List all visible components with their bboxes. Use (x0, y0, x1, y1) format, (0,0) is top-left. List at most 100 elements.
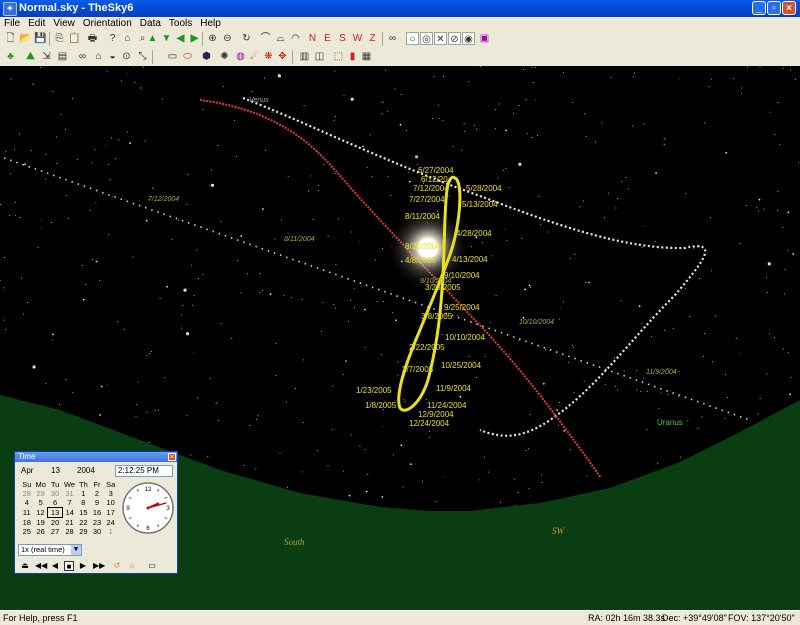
menu-data[interactable]: Data (136, 17, 165, 30)
location-icon[interactable]: ⌂ (121, 32, 134, 45)
camera-icon[interactable]: ◫ (313, 50, 326, 63)
calendar-day[interactable]: 29 (77, 527, 91, 536)
calendar-day[interactable]: 19 (34, 518, 48, 528)
north-icon[interactable]: N (306, 32, 319, 45)
calendar-day[interactable]: 5 (34, 498, 48, 508)
zenith-icon[interactable]: Z (366, 32, 379, 45)
print-icon[interactable]: 🖶 (86, 32, 99, 45)
time-field[interactable]: 2:12:25 PM (115, 465, 173, 477)
time-window-close-button[interactable]: × (168, 453, 176, 461)
move-left-icon[interactable]: ◀ (174, 32, 187, 45)
cluster-icon[interactable]: ✥ (276, 50, 289, 63)
focus-icon[interactable]: ▮ (346, 50, 359, 63)
calendar-day[interactable]: 11 (20, 508, 34, 518)
sun-time-icon[interactable]: ☼ (127, 561, 137, 571)
menu-orientation[interactable]: Orientation (79, 17, 136, 30)
binoculars-icon[interactable]: ∞ (386, 32, 399, 45)
calendar-day[interactable]: 9 (90, 498, 104, 508)
move-down-icon[interactable]: ▼ (160, 32, 173, 45)
photo-icon[interactable]: ▣ (478, 32, 491, 45)
reticle-icon[interactable]: ○ (406, 32, 419, 45)
day-field[interactable]: 13 (51, 466, 60, 475)
calendar-day[interactable]: 12 (34, 508, 48, 518)
calendar-day[interactable]: 28 (20, 489, 34, 498)
west-icon[interactable]: W (351, 32, 364, 45)
dome-icon[interactable]: ◒ (106, 50, 119, 63)
fast-forward-icon[interactable]: ▶▶ (93, 561, 105, 571)
calendar-day[interactable]: 24 (104, 518, 118, 528)
speed-dropdown[interactable]: 1x (real time) ▼ (18, 544, 82, 556)
menu-help[interactable]: Help (196, 17, 225, 30)
play-icon[interactable]: ▶ (78, 561, 88, 571)
calendar[interactable]: Su Mo Tu We Th Fr Sa 28 29 30 31 1 2 3 4 5 6 7 8 9 10 11 12 13… (20, 480, 118, 536)
star-icon[interactable]: ✺ (218, 50, 231, 63)
calendar-day[interactable]: 16 (90, 508, 104, 518)
labels-icon[interactable]: ▥ (298, 50, 311, 63)
calendar-day[interactable]: 31 (62, 489, 76, 498)
equatorial-icon[interactable]: ⌓ (274, 32, 287, 45)
ecliptic-icon[interactable]: ◠ (289, 32, 302, 45)
calendar-day[interactable]: 13 (47, 507, 63, 518)
teapot-icon[interactable]: ⬢ (200, 50, 213, 63)
stop-icon[interactable]: ■ (64, 561, 74, 571)
chart-icon[interactable]: ▤ (56, 50, 69, 63)
save-icon[interactable]: 💾 (34, 32, 47, 45)
landscape-icon[interactable]: ⛰ (24, 50, 37, 63)
image-icon[interactable]: ▦ (360, 50, 373, 63)
east-icon[interactable]: E (321, 32, 334, 45)
filter-icon[interactable]: ⊘ (448, 32, 461, 45)
calendar-day[interactable]: 27 (48, 527, 63, 536)
dss-icon[interactable]: ◉ (462, 32, 475, 45)
binocular-view-icon[interactable]: ∞ (76, 50, 89, 63)
reticle2-icon[interactable]: ⊙ (120, 50, 133, 63)
calendar-day[interactable]: 1 (77, 489, 91, 498)
chevron-down-icon[interactable]: ▼ (71, 545, 81, 555)
paste-icon[interactable]: 📋 (68, 32, 81, 45)
move-right-icon[interactable]: ▶ (188, 32, 201, 45)
galaxy-icon[interactable]: ⬭ (181, 50, 194, 63)
zoom-in-icon[interactable]: ⊕ (206, 32, 219, 45)
menu-file[interactable]: File (0, 17, 24, 30)
calendar-day[interactable]: 17 (104, 508, 118, 518)
calendar-day[interactable]: 8 (77, 498, 91, 508)
ccd-icon[interactable]: ⬚ (332, 50, 345, 63)
calendar-day[interactable]: 3 (104, 489, 118, 498)
menu-view[interactable]: View (49, 17, 79, 30)
calendar-day[interactable]: 30 (90, 527, 104, 536)
month-field[interactable]: Apr (21, 466, 33, 475)
calendar-day[interactable]: 14 (62, 508, 76, 518)
calendar-day[interactable]: 1 (104, 527, 118, 536)
horizon-icon[interactable]: ⌒ (259, 32, 272, 45)
measure-icon[interactable]: ⤡ (136, 50, 149, 63)
calendar-day[interactable]: 20 (48, 518, 63, 528)
minimize-button[interactable]: _ (752, 1, 766, 15)
new-icon[interactable]: 🗋 (4, 32, 17, 45)
eject-icon[interactable]: ⏏ (20, 561, 30, 571)
calendar-day[interactable]: 7 (62, 498, 76, 508)
calendar-day[interactable]: 6 (48, 498, 63, 508)
reset-icon[interactable]: ↺ (112, 561, 122, 571)
minimize-time-icon[interactable]: ▭ (147, 561, 157, 571)
calendar-day[interactable]: 30 (48, 489, 63, 498)
constellation-icon[interactable]: ✕ (434, 32, 447, 45)
calendar-day[interactable]: 2 (90, 489, 104, 498)
planet-icon[interactable]: ◍ (234, 50, 247, 63)
open-icon[interactable]: 📂 (19, 32, 32, 45)
calendar-day[interactable]: 4 (20, 498, 34, 508)
calendar-day[interactable]: 25 (20, 527, 34, 536)
calendar-day[interactable]: 21 (62, 518, 76, 528)
calendar-day[interactable]: 10 (104, 498, 118, 508)
nebula-icon[interactable]: ❋ (262, 50, 275, 63)
calendar-day[interactable]: 22 (77, 518, 91, 528)
pointer-icon[interactable]: ⇲ (40, 50, 53, 63)
move-up-icon[interactable]: ▲ (146, 32, 159, 45)
calendar-day[interactable]: 29 (34, 489, 48, 498)
tree-icon[interactable]: ♣ (4, 50, 17, 63)
zoom-out-icon[interactable]: ⊖ (221, 32, 234, 45)
south-icon[interactable]: S (336, 32, 349, 45)
observatory-icon[interactable]: ⌂ (92, 50, 105, 63)
restore-button[interactable]: ▫ (767, 1, 781, 15)
calendar-day[interactable]: 23 (90, 518, 104, 528)
close-button[interactable]: × (782, 1, 796, 15)
rotate-icon[interactable]: ↻ (240, 32, 253, 45)
